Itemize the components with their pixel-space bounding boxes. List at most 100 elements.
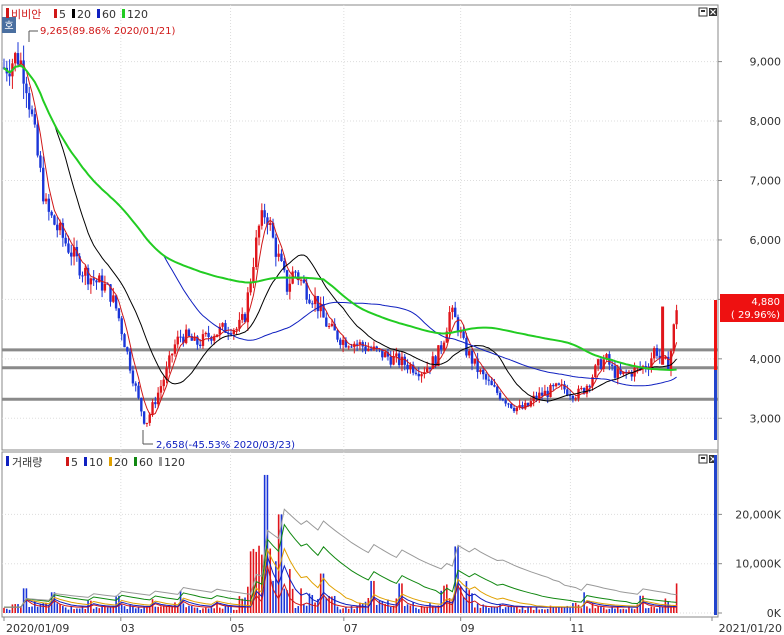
- candle-body: [274, 237, 278, 257]
- candle-body: [675, 310, 678, 325]
- candle-body: [252, 267, 255, 282]
- candle-body: [484, 374, 488, 380]
- volume-bar: [92, 608, 95, 613]
- legend-label: 5: [59, 8, 66, 21]
- high-annotation: 9,265(89.86% 2020/01/21): [40, 26, 175, 37]
- volume-bar: [600, 606, 602, 613]
- candle-body: [468, 351, 471, 356]
- volume-bar: [17, 604, 19, 613]
- candle-body: [42, 167, 45, 202]
- volume-bar: [479, 607, 482, 613]
- volume-bar: [98, 608, 101, 613]
- candle-body: [367, 348, 370, 351]
- volume-bar: [409, 605, 412, 613]
- volume-bar: [381, 600, 384, 613]
- volume-bar: [193, 607, 196, 613]
- legend-swatch: [84, 457, 87, 466]
- volume-bar: [580, 608, 583, 613]
- volume-bar: [462, 597, 465, 613]
- candle-body: [137, 385, 140, 398]
- maximize-icon-bar: [701, 457, 705, 459]
- price-tick-label: 7,000: [750, 175, 782, 188]
- candle-body: [285, 270, 289, 292]
- volume-bar: [474, 607, 476, 613]
- volume-bar: [210, 607, 213, 613]
- volume-bar: [263, 474, 266, 613]
- candle-body: [498, 392, 502, 400]
- candle-body: [255, 237, 258, 268]
- volume-bar: [258, 545, 260, 613]
- volume-bar: [213, 608, 215, 613]
- candle-body: [221, 323, 224, 327]
- volume-bar: [303, 603, 305, 613]
- candle-body: [588, 385, 591, 387]
- volume-bar: [544, 609, 546, 613]
- volume-bar: [101, 605, 103, 613]
- price-tick-label: 9,000: [750, 56, 782, 69]
- price-range-indicator-up: [714, 300, 717, 370]
- candle-body: [84, 267, 87, 276]
- volume-bar: [552, 607, 555, 613]
- volume-bar: [504, 607, 507, 613]
- candle-body: [580, 388, 583, 390]
- candle-body: [198, 344, 202, 346]
- candle-body: [187, 329, 191, 337]
- candle-body: [207, 332, 210, 337]
- price-panel-frame: [1, 4, 719, 451]
- price-tick-label: 3,000: [750, 412, 782, 425]
- candle-body: [36, 124, 39, 156]
- candle-body: [120, 318, 123, 335]
- volume-bar: [134, 608, 137, 613]
- candle-body: [47, 198, 51, 212]
- candle-body: [112, 295, 115, 302]
- candle-body: [389, 356, 392, 365]
- volume-bar: [412, 602, 414, 613]
- volume-bar: [555, 607, 557, 613]
- volume-bar: [106, 607, 109, 613]
- stock-name: 비비안: [11, 8, 41, 21]
- volume-bar: [247, 586, 249, 613]
- candle-body: [596, 359, 600, 366]
- volume-bar: [325, 597, 328, 613]
- date-label: 03: [121, 622, 135, 635]
- volume-bar: [476, 603, 479, 613]
- volume-bar: [199, 609, 201, 613]
- volume-bar: [188, 605, 190, 613]
- volume-bar: [227, 605, 229, 613]
- volume-bar: [558, 606, 560, 613]
- volume-bar: [73, 609, 75, 613]
- legend-marker: [6, 8, 9, 18]
- volume-bar: [6, 608, 8, 613]
- volume-bar: [160, 606, 162, 613]
- candle-body: [170, 353, 174, 356]
- candle-body: [89, 278, 93, 285]
- volume-bar: [95, 607, 98, 613]
- legend-label: 5: [71, 456, 78, 469]
- candle-body: [501, 399, 505, 401]
- volume-bar: [185, 607, 187, 613]
- volume-bar: [132, 606, 134, 613]
- volume-bar: [375, 604, 378, 613]
- volume-bar: [120, 604, 123, 613]
- volume-bar: [11, 604, 14, 613]
- candle-body: [451, 307, 454, 313]
- volume-scroll-indicator[interactable]: [714, 455, 717, 615]
- candle-body: [613, 365, 617, 378]
- volume-bar: [76, 608, 78, 613]
- candle-body: [39, 155, 42, 168]
- candle-body: [176, 336, 179, 345]
- candle-body: [493, 385, 496, 387]
- candle-body: [131, 370, 135, 384]
- volume-axis-labels: 20,000K 10,000K 0K: [718, 508, 782, 620]
- volume-bar: [614, 608, 616, 613]
- volume-bar: [448, 598, 451, 613]
- candle-body: [212, 336, 216, 341]
- candle-body: [364, 346, 367, 351]
- candle-body: [327, 326, 331, 328]
- candle-body: [44, 198, 48, 202]
- candle-body: [67, 243, 70, 253]
- candle-body: [336, 330, 339, 340]
- volume-bar: [319, 573, 322, 613]
- price-tick-label: 4,000: [750, 353, 782, 366]
- candle-body: [395, 353, 398, 357]
